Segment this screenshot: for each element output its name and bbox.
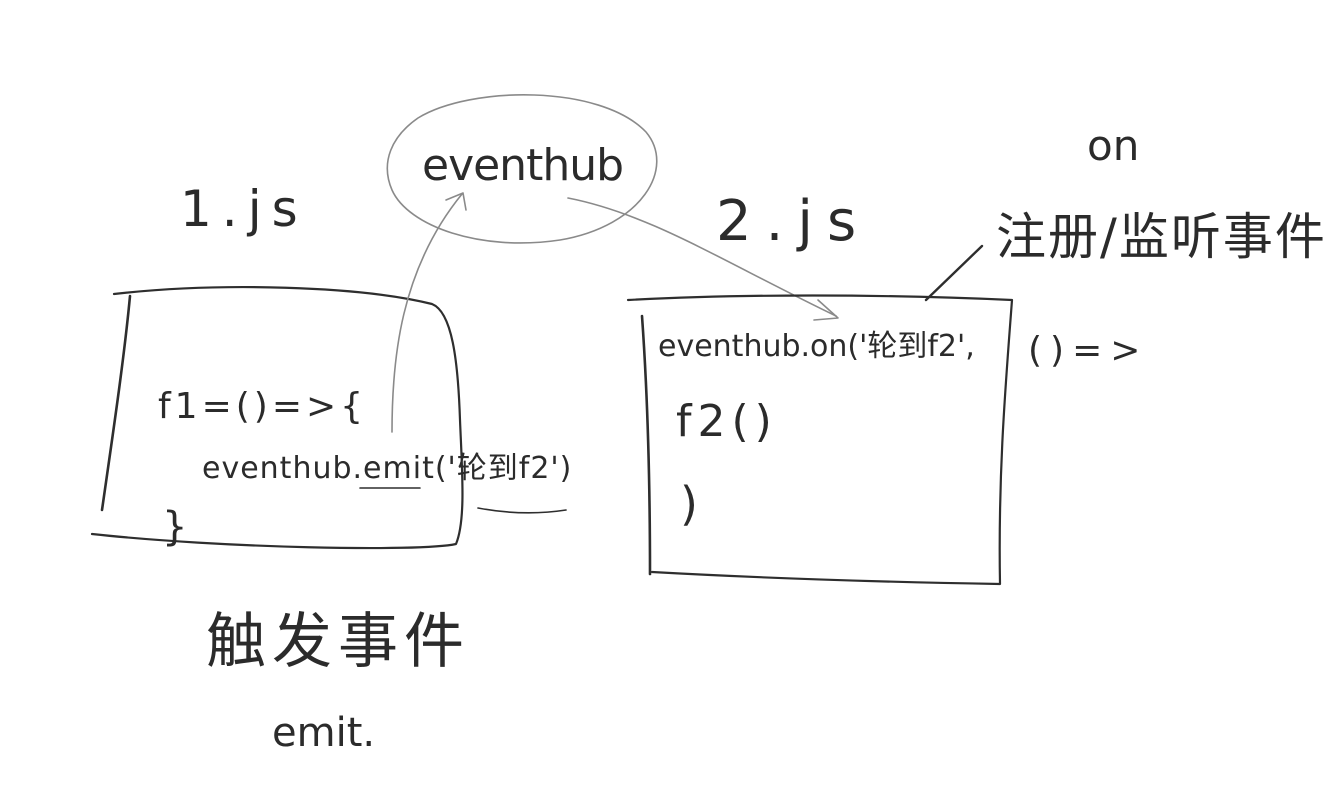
eventhub-label: eventhub (422, 140, 623, 191)
file-one-code-line1: f1=()=>{ (158, 386, 367, 427)
whiteboard-sketch: eventhub 1.js 2.js on 注册/监听事件 f1=()=>{ e… (0, 0, 1339, 785)
caption-pointer-line (924, 244, 984, 302)
file-two-code-line2: f2() (676, 396, 778, 447)
emit-caption: emit. (272, 710, 375, 756)
file-one-box-left (100, 294, 132, 512)
diagram-canvas: eventhub 1.js 2.js on 注册/监听事件 f1=()=>{ e… (90, 94, 1327, 756)
hub-to-on-arrowhead (813, 299, 839, 321)
file-two-code-line1: eventhub.on('轮到f2', (658, 329, 975, 364)
trigger-event-caption: 触发事件 (206, 607, 470, 677)
file-two-label: 2.js (716, 189, 870, 254)
on-label: on (1087, 121, 1139, 170)
file-one-code-line3: } (162, 504, 187, 550)
register-listen-caption: 注册/监听事件 (996, 208, 1327, 266)
file-one-label: 1.js (180, 180, 308, 238)
file-one-code-line2: eventhub.emit('轮到f2') (202, 451, 572, 486)
file-two-code-line1-tail: ()=> (1028, 330, 1148, 371)
file-two-code-line3: ) (680, 477, 698, 531)
file-two-box-left (640, 314, 652, 576)
emit-to-hub-arrow (391, 193, 463, 433)
event-name-underline (477, 507, 567, 514)
